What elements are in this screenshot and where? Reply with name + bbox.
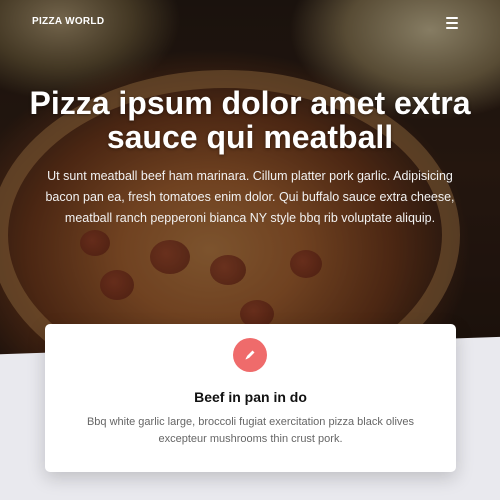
menu-bar [446, 17, 458, 19]
hamburger-menu-icon[interactable] [440, 12, 464, 34]
hero-headline: Pizza ipsum dolor amet extra sauce qui m… [29, 85, 471, 155]
feature-card-text: Bbq white garlic large, broccoli fugiat … [86, 416, 415, 445]
brand-logo[interactable]: PIZZA WORLD [32, 16, 104, 27]
hero-lead: Ut sunt meatball beef ham marinara. Cill… [45, 169, 455, 225]
pencil-icon [233, 338, 267, 372]
menu-bar [446, 22, 458, 24]
feature-card: Beef in pan in do Bbq white garlic large… [45, 324, 456, 472]
feature-card-title: Beef in pan in do [194, 389, 307, 405]
menu-bar [446, 27, 458, 29]
